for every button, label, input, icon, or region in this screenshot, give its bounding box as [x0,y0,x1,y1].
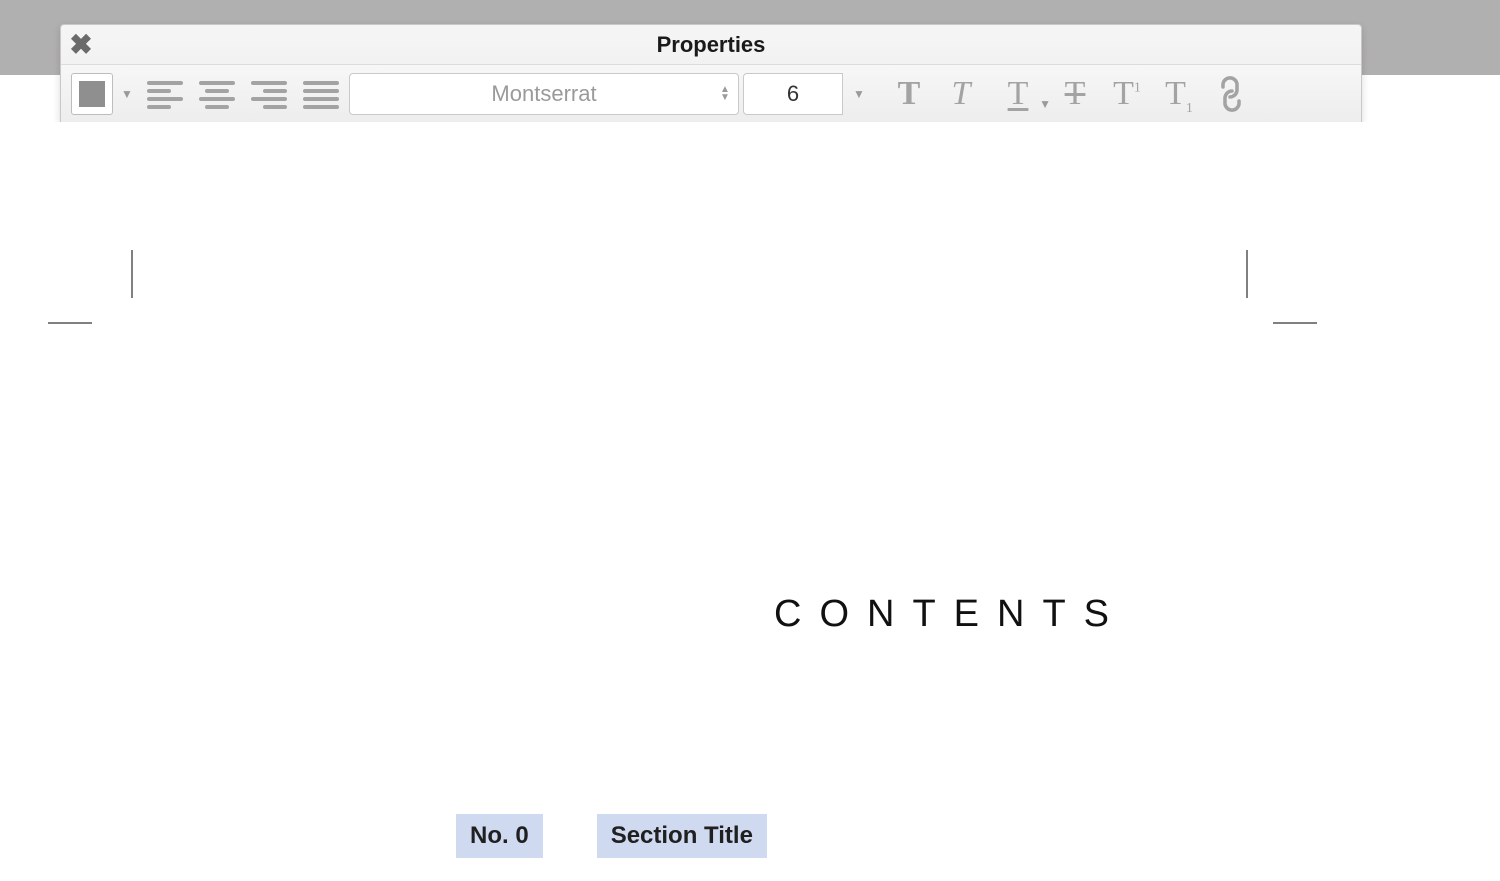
underline-icon: T [1008,75,1029,113]
superscript-icon: T1 [1113,75,1141,113]
crop-mark-top-left-horizontal [48,322,92,324]
font-size-input[interactable]: 6 [743,73,843,115]
subscript-button[interactable]: T1 [1155,72,1203,116]
font-family-select[interactable]: Montserrat ▲▼ [349,73,739,115]
font-size-value: 6 [787,81,799,107]
insert-link-button[interactable] [1207,72,1255,116]
italic-icon: T [952,75,971,113]
properties-window: ✖ Properties ▼ [60,24,1362,122]
align-right-icon [251,79,287,109]
subscript-icon: T1 [1165,75,1193,113]
close-icon: ✖ [69,31,92,59]
text-properties-toolbar: ▼ [61,65,1361,122]
italic-button[interactable]: T [937,72,985,116]
link-icon [1207,69,1255,117]
window-title: Properties [61,32,1361,58]
font-size-dropdown[interactable]: ▼ [847,73,871,115]
align-center-icon [199,79,235,109]
crop-mark-top-right-vertical [1246,250,1248,298]
selected-field-section-title[interactable]: Section Title [597,814,767,858]
strikethrough-icon: T [1065,75,1086,113]
chevron-down-icon: ▼ [1039,97,1051,112]
align-left-button[interactable] [141,72,189,116]
swatch-color-icon [79,81,105,107]
align-left-icon [147,79,183,109]
document-heading-contents[interactable]: CONTENTS [774,593,1127,636]
align-right-button[interactable] [245,72,293,116]
crop-mark-top-right-horizontal [1273,322,1317,324]
text-color-dropdown[interactable]: ▼ [117,72,137,116]
bold-button[interactable]: T [885,72,933,116]
bold-icon: T [898,75,921,113]
selected-text-group: No. 0 Section Title [456,814,767,858]
window-titlebar: ✖ Properties [61,25,1361,65]
align-justify-icon [303,79,339,109]
superscript-button[interactable]: T1 [1103,72,1151,116]
font-family-value: Montserrat [491,81,596,107]
align-justify-button[interactable] [297,72,345,116]
strikethrough-button[interactable]: T [1051,72,1099,116]
document-canvas[interactable]: CONTENTS No. 0 Section Title [0,122,1500,881]
text-color-swatch[interactable] [71,73,113,115]
crop-mark-top-left-vertical [131,250,133,298]
underline-dropdown-button[interactable]: T ▼ [989,72,1047,116]
close-window-button[interactable]: ✖ [67,31,95,59]
align-center-button[interactable] [193,72,241,116]
selected-field-number[interactable]: No. 0 [456,814,543,858]
stepper-icon: ▲▼ [718,86,732,102]
